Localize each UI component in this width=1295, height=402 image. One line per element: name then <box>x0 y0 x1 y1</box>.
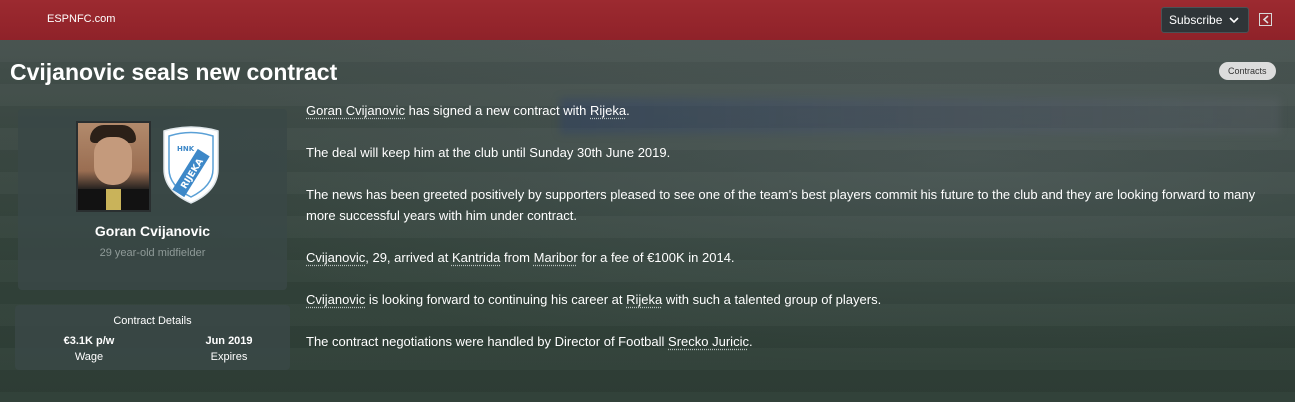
article-paragraph: Cvijanovic, 29, arrived at Kantrida from… <box>306 247 1281 268</box>
category-tag[interactable]: Contracts <box>1219 62 1276 80</box>
page-title: Cvijanovic seals new contract <box>10 59 338 85</box>
player-name[interactable]: Goran Cvijanovic <box>18 223 287 239</box>
subscribe-label: Subscribe <box>1169 13 1223 27</box>
paragraph-text: . <box>626 103 630 118</box>
wage-value: €3.1K p/w <box>63 335 115 347</box>
entity-link[interactable]: Cvijanovic <box>306 250 365 265</box>
entity-link[interactable]: Rijeka <box>626 292 662 307</box>
article-paragraph: The news has been greeted positively by … <box>306 184 1281 226</box>
player-description: 29 year-old midfielder <box>99 247 206 259</box>
article-paragraph: The deal will keep him at the club until… <box>306 142 1281 163</box>
paragraph-text: for a fee of €100K in 2014. <box>577 250 735 265</box>
player-card: HNK RIJEKA Goran Cvijanovic 29 year-old … <box>18 109 287 290</box>
paragraph-text: from <box>500 250 534 265</box>
svg-text:HNK: HNK <box>177 145 195 153</box>
paragraph-text: The news has been greeted positively by … <box>306 187 1256 223</box>
article-paragraph: The contract negotiations were handled b… <box>306 331 1281 352</box>
paragraph-text: , 29, arrived at <box>365 250 452 265</box>
entity-link[interactable]: Srecko Juricic <box>668 334 749 349</box>
paragraph-text: has signed a new contract with <box>405 103 590 118</box>
paragraph-text: The deal will keep him at the club until… <box>306 145 671 160</box>
club-crest-icon[interactable]: HNK RIJEKA <box>160 125 222 205</box>
paragraph-text: The contract negotiations were handled b… <box>306 334 669 349</box>
article-paragraph: Goran Cvijanovic has signed a new contra… <box>306 100 1281 121</box>
wage-stat: €3.1K p/w Wage <box>49 335 129 363</box>
entity-link[interactable]: Cvijanovic <box>306 292 365 307</box>
chevron-down-icon <box>1229 17 1239 24</box>
brand-label: ESPNFC.com <box>47 13 116 25</box>
entity-link[interactable]: Rijeka <box>590 103 626 118</box>
entity-link[interactable]: Kantrida <box>452 250 500 265</box>
expires-label: Expires <box>210 351 248 363</box>
paragraph-text: is looking forward to continuing his car… <box>365 292 627 307</box>
wage-label: Wage <box>74 351 104 363</box>
entity-link[interactable]: Goran Cvijanovic <box>306 103 405 118</box>
paragraph-text: with such a talented group of players. <box>662 292 882 307</box>
entity-link[interactable]: Maribor <box>534 250 578 265</box>
contract-details-card: Contract Details €3.1K p/w Wage Jun 2019… <box>15 305 290 370</box>
paragraph-text: . <box>748 334 753 349</box>
expires-stat: Jun 2019 Expires <box>189 335 269 363</box>
subscribe-button[interactable]: Subscribe <box>1161 7 1249 33</box>
top-bar: ESPNFC.com Subscribe <box>0 0 1295 40</box>
player-photo[interactable] <box>76 121 151 212</box>
contract-details-title: Contract Details <box>113 315 192 327</box>
collapse-panel-icon[interactable] <box>1259 13 1272 26</box>
article-paragraph: Cvijanovic is looking forward to continu… <box>306 289 1281 310</box>
expires-value: Jun 2019 <box>205 335 253 347</box>
